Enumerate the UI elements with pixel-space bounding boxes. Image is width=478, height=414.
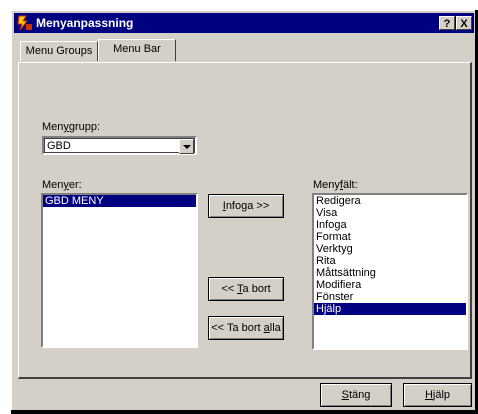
application-icon [17,15,33,31]
list-item[interactable]: Modifiera [314,279,466,291]
tab-panel: Menygrupp: GBD Menyer: GBD MENY Menyfält… [18,62,472,379]
close-button[interactable]: Stäng [320,383,392,407]
window-title: Menyanpassning [36,16,134,30]
tab-menu-bar-label: Menu Bar [113,43,161,55]
help-title-button[interactable]: ? [439,16,455,30]
menubar-label: Menyfält: [313,179,358,191]
menugroup-select[interactable]: GBD [42,136,197,155]
list-item[interactable]: Fönster [314,291,466,303]
title-bar[interactable]: Menyanpassning ? X [14,13,474,33]
remove-all-button[interactable]: << Ta bort alla [208,316,284,340]
list-item[interactable]: Redigera [314,195,466,207]
remove-button[interactable]: << Ta bort [208,277,284,301]
list-item[interactable]: Rita [314,255,466,267]
chevron-down-icon[interactable] [179,139,194,154]
list-item[interactable]: Hjälp [314,303,466,315]
menugroup-label: Menygrupp: [42,121,101,133]
list-item[interactable]: Verktyg [314,243,466,255]
list-item[interactable]: GBD MENY [43,195,196,207]
close-title-button[interactable]: X [456,16,472,30]
tab-menu-groups[interactable]: Menu Groups [20,41,98,61]
list-item[interactable]: Infoga [314,219,466,231]
insert-button[interactable]: Infoga >> [208,194,284,218]
menugroup-value: GBD [47,140,71,152]
tab-menu-bar[interactable]: Menu Bar [98,39,176,61]
list-item[interactable]: Måttsättning [314,267,466,279]
help-button[interactable]: Hjälp [403,383,472,407]
tab-menu-groups-label: Menu Groups [25,45,93,57]
dialog-window: Menyanpassning ? X Menu Groups Menu Bar … [11,10,475,410]
list-item[interactable]: Format [314,231,466,243]
list-item[interactable]: Visa [314,207,466,219]
menus-list[interactable]: GBD MENY [41,193,198,348]
menus-label: Menyer: [42,179,82,191]
menubar-list[interactable]: Redigera Visa Infoga Format Verktyg Rita Måtts… [312,193,468,350]
